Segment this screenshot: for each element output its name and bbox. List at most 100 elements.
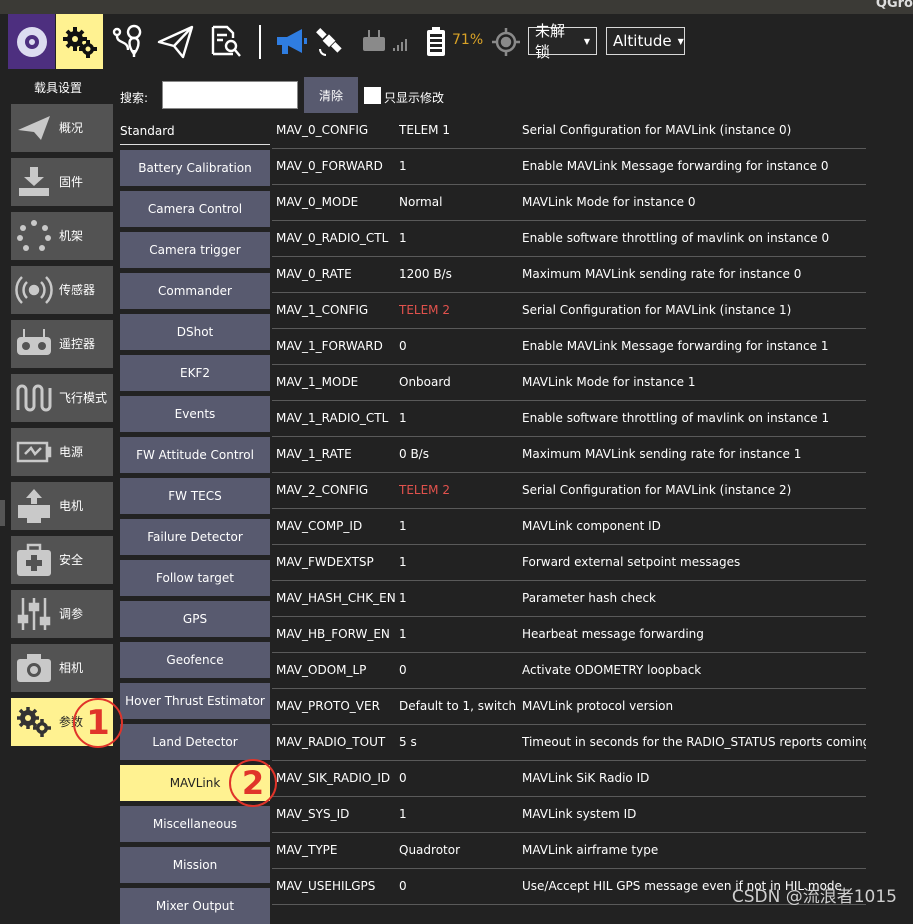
search-input[interactable] — [162, 81, 298, 109]
megaphone-icon[interactable] — [272, 14, 310, 69]
table-row[interactable]: MAV_0_RADIO_CTL 1 Enable software throttli… — [272, 221, 866, 257]
group-button[interactable]: Camera trigger — [120, 232, 270, 268]
param-value: Normal — [399, 195, 443, 209]
chevron-down-icon: ▼ — [677, 36, 684, 46]
group-button[interactable]: DShot — [120, 314, 270, 350]
param-value: Default to 1, switch to 2 — [399, 699, 520, 713]
group-button[interactable]: GPS — [120, 601, 270, 637]
group-button[interactable]: Follow target — [120, 560, 270, 596]
param-description: Maximum MAVLink sending rate for instanc… — [522, 267, 802, 281]
sidebar-item-remote-control[interactable]: 遥控器 — [11, 320, 113, 368]
param-name: MAV_1_MODE — [276, 375, 359, 389]
table-row[interactable]: MAV_COMP_ID 1 MAVLink component ID — [272, 509, 866, 545]
main-toolbar: 71% 未解锁 ▼ Altitude ▼ — [0, 14, 913, 69]
table-row[interactable]: MAV_FWDEXTSP 1 Forward external setpoint m… — [272, 545, 866, 581]
rc-rssi-icon[interactable] — [360, 14, 412, 69]
flight-mode-dropdown[interactable]: Altitude ▼ — [606, 27, 685, 55]
group-button[interactable]: FW Attitude Control — [120, 437, 270, 473]
sidebar-item-flight-modes[interactable]: 飞行模式 — [11, 374, 113, 422]
group-button[interactable]: Mission — [120, 847, 270, 883]
param-value: Onboard — [399, 375, 451, 389]
sidebar-item-label: 概况 — [59, 121, 84, 135]
table-row[interactable]: MAV_PROTO_VER Default to 1, switch to 2MA… — [272, 689, 866, 725]
table-row[interactable]: MAV_RADIO_TOUT 5 s Timeout in seconds for … — [272, 725, 866, 761]
table-row[interactable]: MAV_1_RADIO_CTL 1 Enable software throttli… — [272, 401, 866, 437]
param-value: 1 — [399, 591, 407, 605]
sidebar-item-power-battery[interactable]: 电源 — [11, 428, 113, 476]
safety-icon — [15, 542, 53, 578]
sidebar-item-firmware-download[interactable]: 固件 — [11, 158, 113, 206]
param-description: MAVLink airframe type — [522, 843, 659, 857]
param-value: 0 — [399, 663, 407, 677]
clear-button[interactable]: 清除 — [304, 77, 358, 113]
table-row[interactable]: MAV_HASH_CHK_EN 1 Parameter hash check — [272, 581, 866, 617]
group-button[interactable]: Events — [120, 396, 270, 432]
group-button[interactable]: Mixer Output — [120, 888, 270, 924]
table-row[interactable]: MAV_1_MODE Onboard MAVLink Mode for instan… — [272, 365, 866, 401]
param-description: Enable MAVLink Message forwarding for in… — [522, 339, 829, 353]
group-button[interactable]: Battery Calibration — [120, 150, 270, 186]
table-row[interactable]: MAV_HB_FORW_EN 1 Hearbeat message forwardi… — [272, 617, 866, 653]
group-button[interactable]: Hover Thrust Estimator — [120, 683, 270, 719]
param-name: MAV_0_MODE — [276, 195, 359, 209]
annotation-marker-1: 1 — [73, 698, 123, 748]
gear-icon[interactable] — [56, 14, 103, 69]
vehicle-setup-sidebar: 载具设置 概况 固件 机架 传感器 遥控器 飞行模式 电源 电机 安全 调参 相机 参数 — [0, 69, 116, 913]
group-button[interactable]: FW TECS — [120, 478, 270, 514]
battery-icon[interactable] — [424, 14, 448, 69]
table-row[interactable]: MAV_1_FORWARD 0 Enable MAVLink Message for… — [272, 329, 866, 365]
sidebar-item-camera[interactable]: 相机 — [11, 644, 113, 692]
group-button[interactable]: Geofence — [120, 642, 270, 678]
group-button[interactable]: EKF2 — [120, 355, 270, 391]
param-name: MAV_RADIO_TOUT — [276, 735, 386, 749]
sidebar-item-plane[interactable]: 概况 — [11, 104, 113, 152]
table-row[interactable]: MAV_0_MODE Normal MAVLink Mode for instanc… — [272, 185, 866, 221]
table-row[interactable]: MAV_1_CONFIG TELEM 2 Serial Configuration … — [272, 293, 866, 329]
only-show-modified-checkbox[interactable] — [364, 87, 381, 104]
annotation-marker-2: 2 — [229, 759, 277, 807]
param-description: MAVLink protocol version — [522, 699, 674, 713]
sidebar-item-label: 飞行模式 — [59, 391, 108, 405]
sidebar-item-motors[interactable]: 电机 — [11, 482, 113, 530]
fly-icon[interactable] — [155, 14, 197, 69]
param-value: 0 — [399, 879, 407, 893]
group-button[interactable]: Land Detector — [120, 724, 270, 760]
toolbar-separator — [259, 25, 261, 59]
table-row[interactable]: MAV_SYS_ID 1 MAVLink system ID — [272, 797, 866, 833]
gps-satellite-icon[interactable] — [312, 14, 346, 69]
group-button[interactable]: Commander — [120, 273, 270, 309]
sidebar-item-safety[interactable]: 安全 — [11, 536, 113, 584]
table-row[interactable]: MAV_TYPE Quadrotor MAVLink airframe type — [272, 833, 866, 869]
sidebar-title: 载具设置 — [33, 81, 82, 95]
plan-route-icon[interactable] — [108, 14, 148, 69]
sidebar-item-sensors[interactable]: 传感器 — [11, 266, 113, 314]
sidebar-item-airframe[interactable]: 机架 — [11, 212, 113, 260]
param-description: Serial Configuration for MAVLink (instan… — [522, 483, 792, 497]
qgc-logo-icon[interactable] — [8, 14, 55, 69]
table-row[interactable]: MAV_1_RATE 0 B/s Maximum MAVLink sending r… — [272, 437, 866, 473]
param-description: Maximum MAVLink sending rate for instanc… — [522, 447, 802, 461]
flight-mode-value: Altitude — [613, 32, 672, 50]
arm-state-dropdown[interactable]: 未解锁 ▼ — [528, 22, 597, 61]
group-button[interactable]: Failure Detector — [120, 519, 270, 555]
param-name: MAV_ODOM_LP — [276, 663, 367, 677]
sidebar-item-label: 相机 — [59, 661, 84, 675]
watermark: CSDN @流浪者1015 — [731, 887, 897, 907]
param-value: 1 — [399, 807, 407, 821]
sidebar-item-tuning-sliders[interactable]: 调参 — [11, 590, 113, 638]
table-row[interactable]: MAV_2_CONFIG TELEM 2 Serial Configuration … — [272, 473, 866, 509]
window-title: QGro — [875, 0, 913, 11]
target-icon[interactable] — [490, 14, 522, 69]
analyze-icon[interactable] — [205, 14, 245, 69]
table-row[interactable]: MAV_0_FORWARD 1 Enable MAVLink Message for… — [272, 149, 866, 185]
group-button[interactable]: Miscellaneous — [120, 806, 270, 842]
table-row[interactable]: MAV_SIK_RADIO_ID 0 MAVLink SiK Radio ID — [272, 761, 866, 797]
param-value: 1 — [399, 411, 407, 425]
table-row[interactable]: MAV_0_CONFIG TELEM 1 Serial Configuration … — [272, 113, 866, 149]
table-row[interactable]: MAV_ODOM_LP 0 Activate ODOMETRY loopback — [272, 653, 866, 689]
parameters-gear-icon — [15, 704, 53, 740]
group-button[interactable]: Camera Control — [120, 191, 270, 227]
search-label: 搜索: — [120, 91, 149, 105]
sensors-icon — [15, 272, 53, 308]
table-row[interactable]: MAV_0_RATE 1200 B/s Maximum MAVLink sendin… — [272, 257, 866, 293]
